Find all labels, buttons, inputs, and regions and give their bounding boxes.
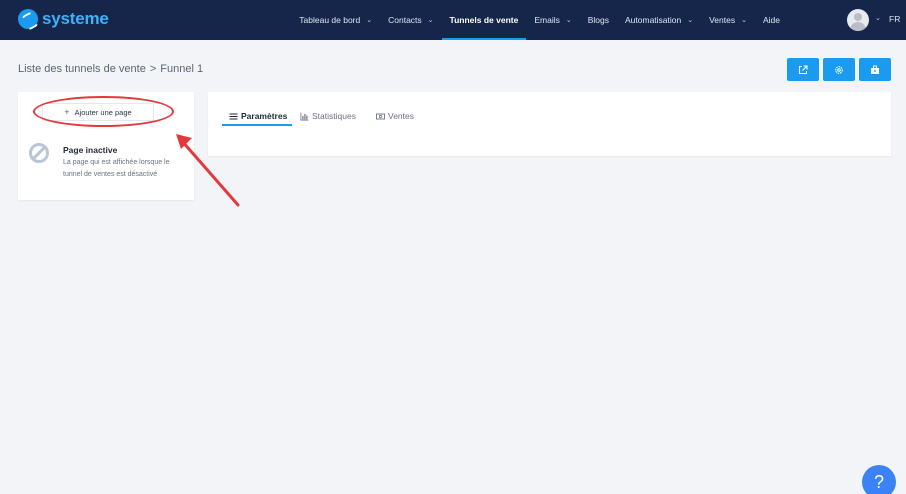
nav-item-tunnels-de-vente[interactable]: Tunnels de vente bbox=[441, 0, 527, 40]
money-icon bbox=[376, 113, 385, 119]
language-selector[interactable]: FR bbox=[889, 14, 900, 24]
logo[interactable]: systeme bbox=[18, 9, 109, 29]
nav-item-automatisation[interactable]: Automatisation ⌄ bbox=[617, 0, 701, 40]
systeme-logo-icon bbox=[18, 9, 38, 29]
add-page-label: Ajouter une page bbox=[74, 107, 132, 117]
nav-item-contacts[interactable]: Contacts ⌄ bbox=[380, 0, 441, 40]
disabled-icon bbox=[29, 143, 49, 163]
tab-parametres[interactable]: Paramètres bbox=[229, 106, 287, 126]
list-icon bbox=[229, 113, 238, 119]
briefcase-icon bbox=[871, 65, 879, 74]
nav-item-blogs[interactable]: Blogs bbox=[580, 0, 617, 40]
chevron-down-icon: ⌄ bbox=[741, 17, 747, 24]
logo-text: systeme bbox=[42, 9, 109, 28]
add-page-button[interactable]: + Ajouter une page bbox=[42, 103, 154, 121]
external-link-icon bbox=[798, 64, 808, 74]
bar-chart-icon bbox=[300, 112, 309, 120]
plus-icon: + bbox=[64, 107, 70, 117]
funnel-share-button[interactable] bbox=[859, 58, 891, 81]
chevron-down-icon: ⌄ bbox=[366, 17, 373, 24]
chevron-down-icon[interactable]: ⌄ bbox=[875, 14, 881, 22]
funnel-actions bbox=[787, 58, 891, 81]
chevron-down-icon: ⌄ bbox=[427, 17, 434, 24]
gear-icon bbox=[835, 65, 843, 74]
breadcrumb-parent-link[interactable]: Liste des tunnels de vente bbox=[18, 63, 146, 75]
tab-ventes[interactable]: Ventes bbox=[376, 106, 414, 126]
avatar[interactable] bbox=[847, 9, 869, 31]
active-tab-indicator bbox=[222, 124, 292, 126]
main-nav: Tableau de bord ⌄ Contacts ⌄ Tunnels de ve… bbox=[291, 0, 788, 40]
breadcrumb-separator: > bbox=[149, 63, 157, 75]
tab-statistiques[interactable]: Statistiques bbox=[300, 106, 356, 126]
funnel-settings-button[interactable] bbox=[823, 58, 855, 81]
inactive-page-description: La page qui est affichée lorsque le tunn… bbox=[63, 159, 170, 178]
breadcrumb-current: Funnel 1 bbox=[160, 63, 204, 75]
breadcrumb: Liste des tunnels de vente > Funnel 1 bbox=[18, 63, 203, 75]
nav-item-tableau-de-bord[interactable]: Tableau de bord ⌄ bbox=[291, 0, 380, 40]
open-funnel-button[interactable] bbox=[787, 58, 819, 81]
top-navbar: systeme Tableau de bord ⌄ Contacts ⌄ Tunne… bbox=[0, 0, 906, 40]
chevron-down-icon: ⌄ bbox=[565, 17, 572, 24]
nav-item-ventes[interactable]: Ventes ⌄ bbox=[701, 0, 755, 40]
nav-item-emails[interactable]: Emails ⌄ bbox=[526, 0, 579, 40]
help-button[interactable]: ? bbox=[862, 465, 896, 494]
chevron-down-icon: ⌄ bbox=[687, 17, 694, 24]
nav-item-aide[interactable]: Aide bbox=[755, 0, 788, 40]
inactive-page-title[interactable]: Page inactive bbox=[63, 145, 117, 155]
